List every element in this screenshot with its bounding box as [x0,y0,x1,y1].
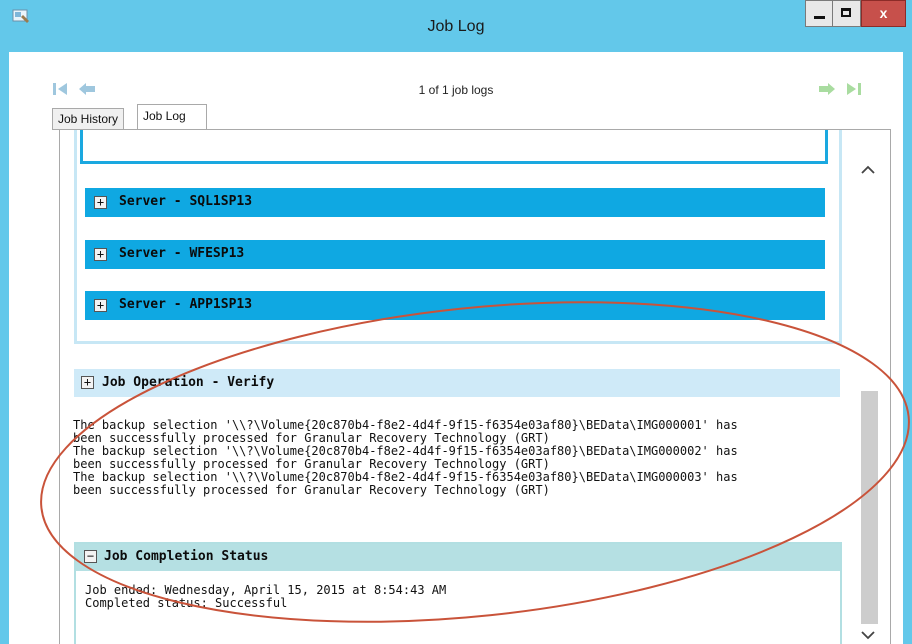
log-line: been successfully processed for Granular… [73,483,550,497]
minimize-button[interactable] [805,0,833,27]
completed-status-text: Completed status: Successful [85,596,288,610]
client-area: 1 of 1 job logs Job History Job Log + Se… [9,52,903,644]
maximize-icon [841,8,851,17]
server-name: Server - SQL1SP13 [119,194,253,209]
verify-section-title: Job Operation - Verify [102,375,275,390]
server-section-header[interactable]: + Server - WFESP13 [85,240,825,269]
server-name: Server - APP1SP13 [119,297,253,312]
minimize-icon [814,16,825,19]
scroll-down-icon[interactable] [846,626,891,644]
tab-job-log[interactable]: Job Log [137,104,207,131]
job-log-counter: 1 of 1 job logs [418,83,494,97]
window-frame: Job Log x 1 of 1 job logs Job History Jo… [0,0,912,644]
previous-section-frame [80,130,828,164]
job-log-content: + Server - SQL1SP13 + Server - WFESP13 +… [59,129,891,644]
completion-section-header[interactable]: − Job Completion Status [76,544,840,571]
server-section-header[interactable]: + Server - SQL1SP13 [85,188,825,217]
expand-icon[interactable]: + [94,248,107,261]
scroll-thumb[interactable] [861,391,878,624]
completion-section-title: Job Completion Status [104,549,269,564]
completion-details: Job ended: Wednesday, April 15, 2015 at … [85,584,446,610]
verify-log-text: The backup selection '\\?\Volume{20c870b… [73,419,833,497]
vertical-scrollbar[interactable] [846,130,891,644]
server-section-header[interactable]: + Server - APP1SP13 [85,291,825,320]
close-button[interactable]: x [861,0,906,27]
job-log-navigator: 1 of 1 job logs [9,78,903,104]
server-name: Server - WFESP13 [119,246,245,261]
title-bar[interactable]: Job Log x [0,0,912,52]
scroll-up-icon[interactable] [846,156,891,180]
collapse-icon[interactable]: − [84,550,97,563]
last-icon[interactable] [845,80,863,98]
completion-section: − Job Completion Status Job ended: Wedne… [74,542,842,644]
tab-job-history[interactable]: Job History [52,108,125,130]
expand-icon[interactable]: + [81,376,94,389]
verify-section-header[interactable]: + Job Operation - Verify [74,369,840,397]
window-title: Job Log [427,18,485,35]
maximize-button[interactable] [833,0,861,27]
expand-icon[interactable]: + [94,299,107,312]
next-icon[interactable] [818,80,836,98]
close-icon: x [879,5,888,21]
expand-icon[interactable]: + [94,196,107,209]
